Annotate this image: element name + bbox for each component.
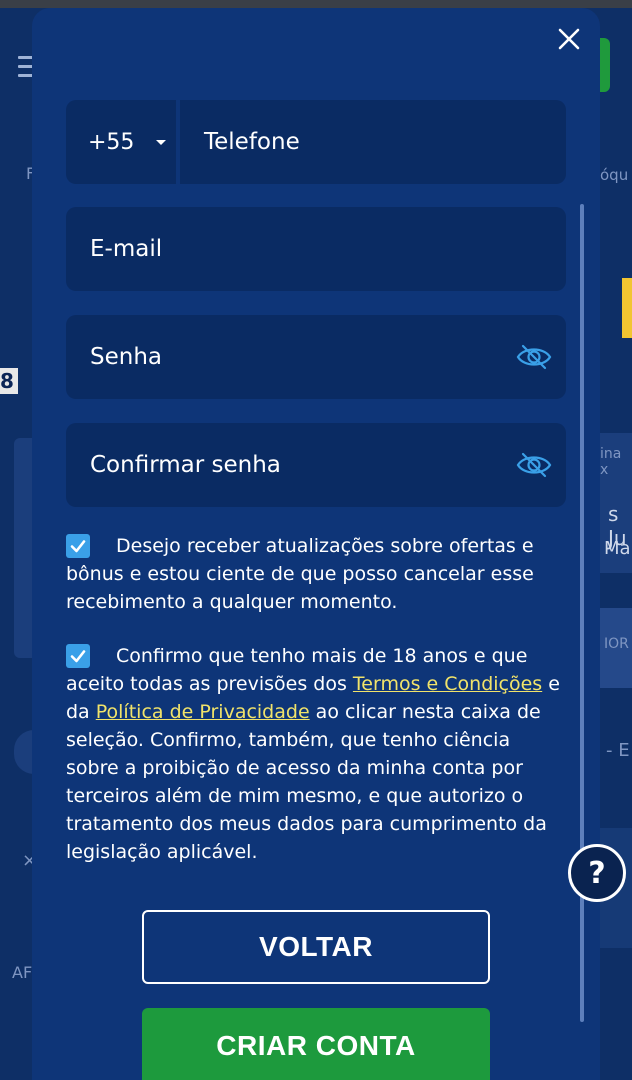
phone-input[interactable]: Telefone — [180, 100, 566, 184]
status-strip — [0, 0, 632, 8]
help-button[interactable]: ? — [568, 844, 626, 902]
email-field[interactable]: E-mail — [66, 207, 566, 291]
create-account-button[interactable]: CRIAR CONTA — [142, 1008, 490, 1080]
password-field[interactable]: Senha — [66, 315, 566, 399]
terms-text-part: ao clicar nesta caixa de seleção. Confir… — [66, 701, 547, 863]
close-icon — [558, 28, 580, 50]
confirm-password-placeholder: Confirmar senha — [90, 452, 281, 478]
background-text: óqu — [600, 166, 629, 184]
caret-down-icon — [156, 139, 167, 145]
scrollbar[interactable] — [580, 204, 584, 1022]
background-text: ina x — [600, 446, 622, 478]
check-icon — [70, 540, 86, 553]
help-icon: ? — [588, 855, 606, 891]
confirm-password-field[interactable]: Confirmar senha — [66, 423, 566, 507]
background-text: Ma — [604, 538, 631, 559]
back-button[interactable]: VOLTAR — [142, 910, 490, 984]
background-text: - E — [606, 740, 630, 761]
terms-link[interactable]: Termos e Condições — [353, 673, 542, 695]
phone-placeholder: Telefone — [204, 129, 300, 155]
background-banner — [622, 278, 632, 338]
signup-modal: +55 Telefone E-mail Senha Confirmar senh… — [32, 8, 600, 1080]
background-text: AF — [12, 963, 33, 982]
background-pill — [14, 730, 34, 774]
phone-field-group: +55 Telefone — [66, 100, 566, 184]
offers-consent: Desejo receber atualizações sobre oferta… — [66, 532, 566, 616]
country-code-select[interactable]: +55 — [66, 100, 176, 184]
privacy-link[interactable]: Política de Privacidade — [96, 701, 310, 723]
eye-off-icon[interactable] — [516, 449, 552, 481]
terms-checkbox[interactable] — [66, 644, 90, 668]
close-button[interactable] — [554, 24, 584, 54]
offers-consent-text: Desejo receber atualizações sobre oferta… — [66, 535, 534, 613]
background-text: IOR — [604, 636, 629, 652]
email-placeholder: E-mail — [90, 236, 163, 262]
password-placeholder: Senha — [90, 344, 162, 370]
country-code-value: +55 — [88, 129, 135, 155]
offers-checkbox[interactable] — [66, 534, 90, 558]
terms-consent: Confirmo que tenho mais de 18 anos e que… — [66, 642, 566, 866]
check-icon — [70, 650, 86, 663]
background-badge: 8 — [0, 368, 18, 394]
eye-off-icon[interactable] — [516, 341, 552, 373]
